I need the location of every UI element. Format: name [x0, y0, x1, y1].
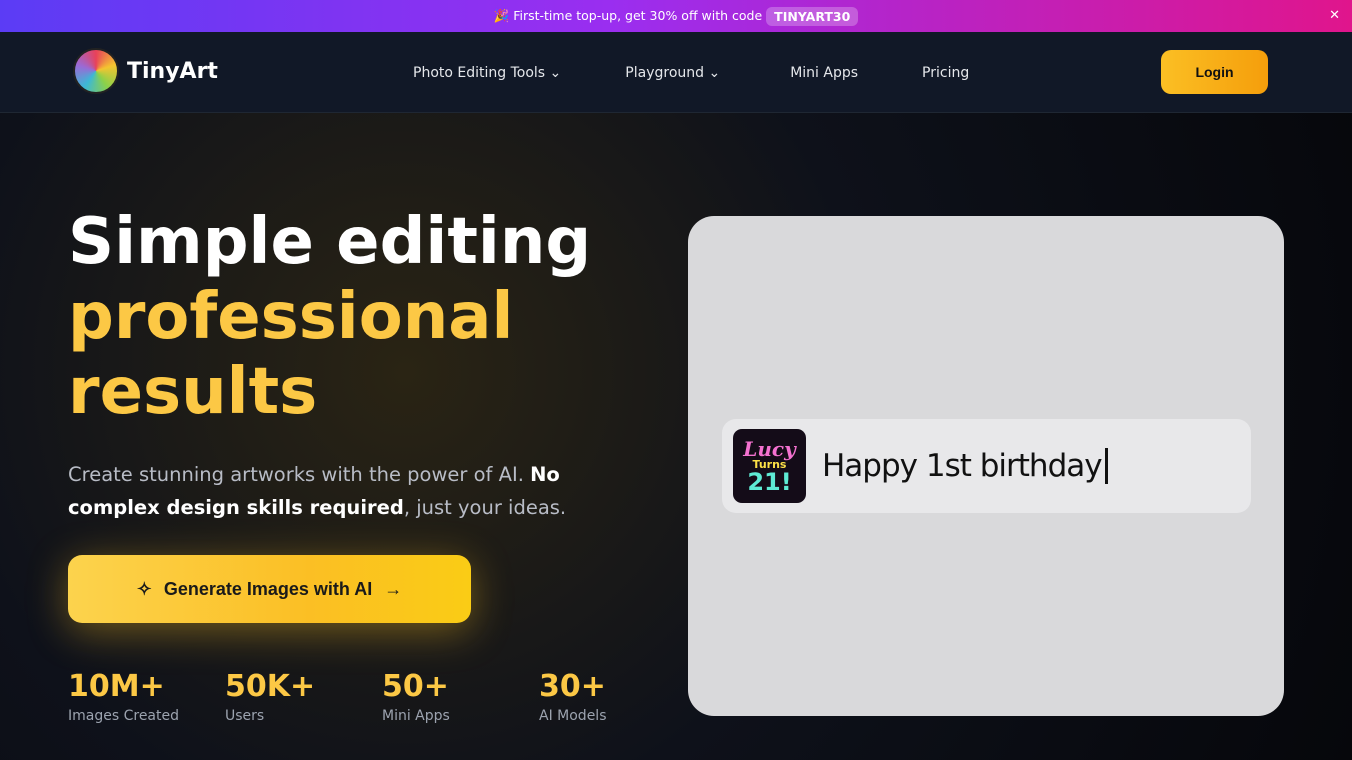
nav-pricing[interactable]: Pricing: [922, 65, 969, 81]
sparkles-icon: ✧: [136, 578, 152, 599]
chevron-down-icon: ⌄: [549, 64, 562, 81]
logo[interactable]: TinyArt: [73, 48, 218, 94]
navbar: TinyArt Photo Editing Tools ⌄ Playground…: [0, 32, 1352, 113]
hero-subtitle: Create stunning artworks with the power …: [68, 463, 567, 519]
generate-images-button[interactable]: ✧ Generate Images with AI →: [68, 555, 471, 623]
prompt-bar: Lucy Turns 21! Happy 1st birthday: [722, 419, 1251, 513]
brand-name: TinyArt: [127, 58, 218, 84]
hero: Simple editing professional results Create…: [0, 113, 1352, 760]
prompt-text: Happy 1st birthday: [822, 448, 1108, 484]
nav-playground[interactable]: Playground ⌄: [625, 65, 720, 81]
close-icon[interactable]: ✕: [1329, 8, 1340, 23]
demo-panel: Lucy Turns 21! Happy 1st birthday: [688, 216, 1284, 716]
chevron-down-icon: ⌄: [708, 64, 721, 81]
nav-mini-apps[interactable]: Mini Apps: [790, 65, 858, 81]
stats: 10M+ Images Created 50K+ Users 50+ Mini App…: [68, 669, 607, 724]
thumbnail-image: Lucy Turns 21!: [733, 429, 806, 503]
hero-title: Simple editing professional results: [68, 205, 592, 429]
promo-banner: 🎉 First-time top-up, get 30% off with co…: [0, 0, 1352, 32]
promo-code[interactable]: TINYART30: [766, 6, 859, 26]
nav-photo-editing-tools[interactable]: Photo Editing Tools ⌄: [413, 65, 561, 81]
login-button[interactable]: Login: [1161, 50, 1268, 94]
promo-text: 🎉 First-time top-up, get 30% off with co…: [493, 8, 763, 23]
arrow-right-icon: →: [384, 578, 403, 599]
logo-icon: [73, 48, 119, 94]
